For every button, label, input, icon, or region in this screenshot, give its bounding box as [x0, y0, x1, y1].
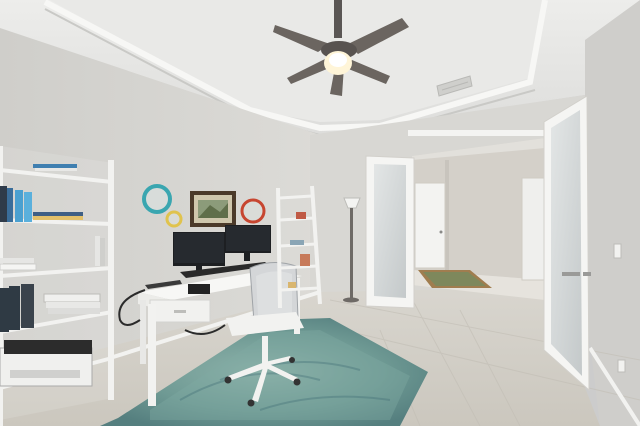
- printer: [0, 340, 93, 387]
- room-illustration: [0, 0, 640, 426]
- doorway-trim: [408, 130, 550, 136]
- left-ladder-bookshelf: [0, 146, 114, 426]
- door-handle[interactable]: [562, 272, 580, 276]
- round-mirror-teal: [142, 184, 172, 214]
- right-wall: [585, 0, 640, 426]
- french-door-left[interactable]: [365, 155, 415, 309]
- room-photo: [0, 0, 640, 426]
- front-door: [414, 182, 446, 269]
- hall-side-door: [521, 177, 546, 281]
- french-door-right[interactable]: [543, 95, 591, 392]
- small-round-mirror-yellow: [165, 210, 183, 228]
- books-upright: [0, 186, 7, 222]
- wall-outlet: [617, 359, 626, 373]
- round-mirror-red: [240, 198, 266, 224]
- book-stack: [33, 164, 77, 168]
- light-switch[interactable]: [613, 243, 622, 259]
- hallway: [412, 138, 546, 300]
- framed-picture: [190, 191, 236, 227]
